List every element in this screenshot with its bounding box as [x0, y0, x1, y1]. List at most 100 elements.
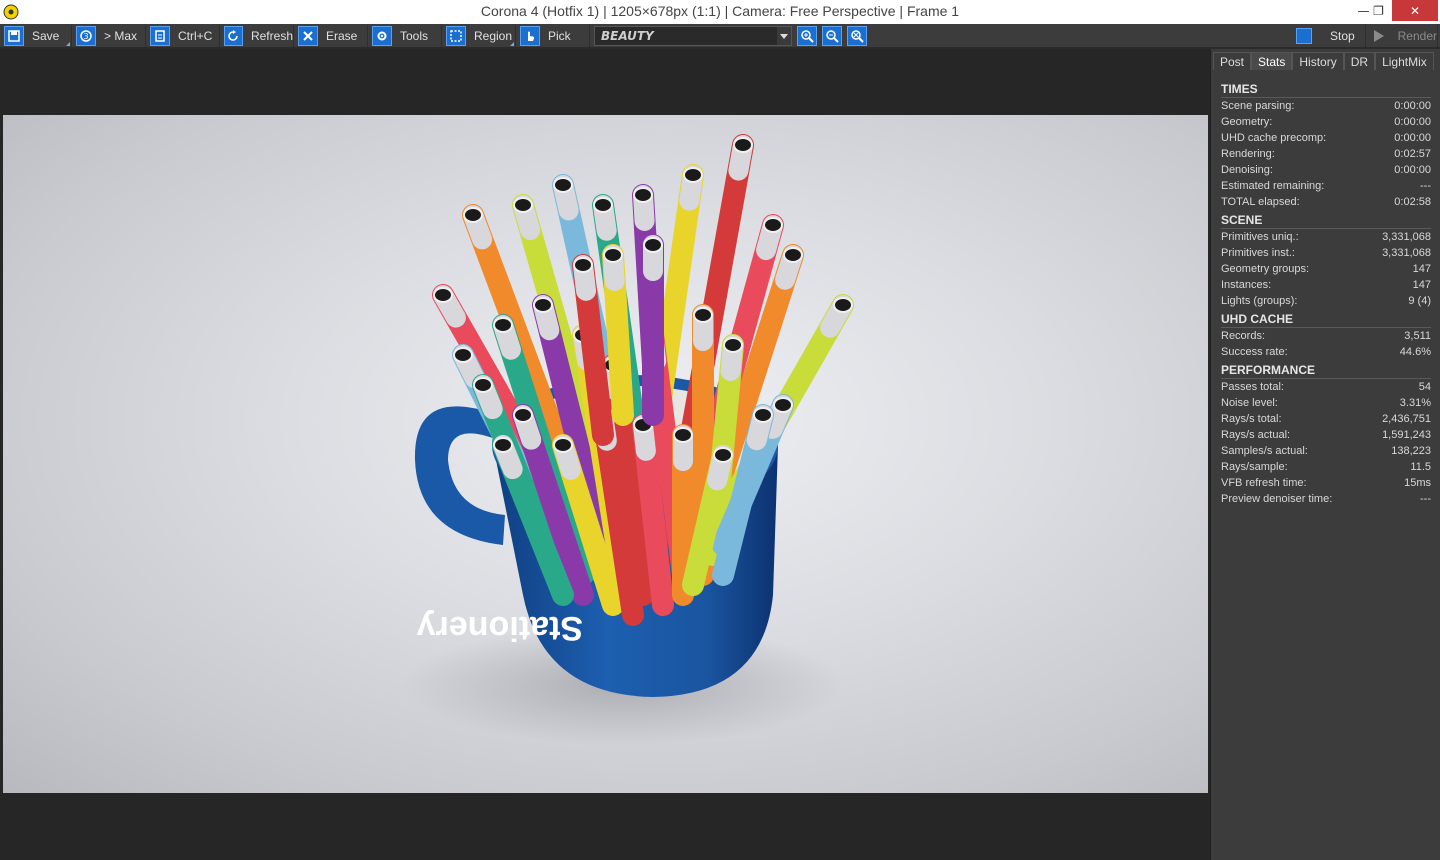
- section-title-performance: PERFORMANCE: [1221, 363, 1431, 379]
- stat-value: 3.31%: [1399, 397, 1431, 409]
- stat-row: Instances: 147: [1221, 277, 1431, 293]
- stat-value: 147: [1412, 279, 1431, 291]
- render-channel-select[interactable]: BEAUTY: [594, 26, 792, 46]
- region-button[interactable]: Region: [444, 25, 516, 47]
- stat-row: UHD cache precomp: 0:00:00: [1221, 130, 1431, 146]
- stat-value: 2,436,751: [1382, 413, 1431, 425]
- stat-label: Geometry:: [1221, 116, 1273, 128]
- tab-lightmix[interactable]: LightMix: [1375, 52, 1434, 70]
- stat-label: Success rate:: [1221, 346, 1288, 358]
- stat-label: VFB refresh time:: [1221, 477, 1307, 489]
- stat-label: Denoising:: [1221, 164, 1273, 176]
- stat-row: Samples/s actual: 138,223: [1221, 443, 1431, 459]
- stat-value: 0:02:57: [1394, 148, 1431, 160]
- stat-label: Records:: [1221, 330, 1266, 342]
- stat-label: Primitives inst.:: [1221, 247, 1295, 259]
- refresh-label: Refresh: [250, 29, 293, 43]
- pen-tip: [463, 207, 483, 223]
- stat-value: 138,223: [1391, 445, 1431, 457]
- render-button[interactable]: Render: [1368, 25, 1438, 47]
- save-icon: [4, 26, 24, 46]
- stat-value: 44.6%: [1399, 346, 1431, 358]
- stat-label: Preview denoiser time:: [1221, 493, 1333, 505]
- stat-value: 11.5: [1410, 461, 1431, 473]
- zoom-fit-icon[interactable]: [847, 26, 867, 46]
- stat-label: Passes total:: [1221, 381, 1284, 393]
- close-button[interactable]: ✕: [1392, 0, 1438, 21]
- stat-value: ---: [1420, 493, 1431, 505]
- tab-history[interactable]: History: [1292, 52, 1344, 70]
- stat-value: 0:00:00: [1394, 164, 1431, 176]
- pen-tip: [553, 437, 573, 453]
- erase-button[interactable]: Erase: [296, 25, 368, 47]
- pen-tip: [493, 317, 513, 333]
- stat-label: Rays/sample:: [1221, 461, 1288, 473]
- performance-section: PERFORMANCE Passes total: 54 Noise level: 3…: [1221, 363, 1431, 507]
- pen-tip: [453, 347, 473, 363]
- stat-label: Primitives uniq.:: [1221, 231, 1299, 243]
- pen-tip: [553, 177, 573, 193]
- frame-buffer-viewport: Stationery: [0, 49, 1210, 860]
- zoom-out-icon[interactable]: [822, 26, 842, 46]
- svg-text:3: 3: [84, 32, 89, 41]
- refresh-button[interactable]: Refresh: [222, 25, 294, 47]
- save-label: Save: [32, 29, 60, 43]
- stat-row: VFB refresh time: 15ms: [1221, 475, 1431, 491]
- rendered-image[interactable]: Stationery: [3, 115, 1208, 793]
- stat-label: Instances:: [1221, 279, 1272, 291]
- tab-stats[interactable]: Stats: [1251, 52, 1293, 70]
- stat-value: 1,591,243: [1382, 429, 1431, 441]
- stat-label: Rendering:: [1221, 148, 1275, 160]
- stat-label: Rays/s actual:: [1221, 429, 1291, 441]
- stop-button[interactable]: Stop: [1294, 25, 1366, 47]
- stat-row: Rays/sample: 11.5: [1221, 459, 1431, 475]
- stat-row: TOTAL elapsed: 0:02:58: [1221, 194, 1431, 210]
- stat-row: Denoising: 0:00:00: [1221, 162, 1431, 178]
- tools-button[interactable]: Tools: [370, 25, 442, 47]
- stat-row: Lights (groups): 9 (4): [1221, 293, 1431, 309]
- zoom-in-icon[interactable]: [797, 26, 817, 46]
- pen-tip: [493, 437, 513, 453]
- restore-button[interactable]: ❐: [1364, 0, 1393, 21]
- stat-label: Estimated remaining:: [1221, 180, 1325, 192]
- save-button[interactable]: Save: [2, 25, 72, 47]
- tab-post[interactable]: Post: [1213, 52, 1252, 70]
- stat-label: UHD cache precomp:: [1221, 132, 1327, 144]
- pick-button[interactable]: Pick: [518, 25, 590, 47]
- stat-value: 0:00:00: [1394, 116, 1431, 128]
- erase-label: Erase: [326, 29, 358, 43]
- pen-tip: [763, 217, 783, 233]
- stat-value: 3,331,068: [1382, 231, 1431, 243]
- send-to-max-button[interactable]: 3 > Max: [74, 25, 146, 47]
- stat-value: 0:00:00: [1394, 132, 1431, 144]
- pen-tip: [683, 167, 703, 183]
- title-bar: Corona 4 (Hotfix 1) | 1205×678px (1:1) |…: [0, 0, 1440, 24]
- copy-button[interactable]: Ctrl+C: [148, 25, 220, 47]
- uhd-cache-section: UHD CACHE Records: 3,511 Success rate: 44.6…: [1221, 312, 1431, 360]
- pen-tip: [513, 407, 533, 423]
- max-icon: 3: [76, 26, 96, 46]
- pen-tip: [673, 427, 693, 443]
- pen-tip: [693, 307, 713, 323]
- region-dropdown-corner: [510, 42, 514, 46]
- stat-row: Rays/s actual: 1,591,243: [1221, 427, 1431, 443]
- pen-tip: [433, 287, 453, 303]
- stat-row: Records: 3,511: [1221, 328, 1431, 344]
- stat-label: Samples/s actual:: [1221, 445, 1308, 457]
- stat-row: Scene parsing: 0:00:00: [1221, 98, 1431, 114]
- stat-row: Noise level: 3.31%: [1221, 395, 1431, 411]
- window-title: Corona 4 (Hotfix 1) | 1205×678px (1:1) |…: [480, 3, 960, 19]
- stats-panel: Post Stats History DR LightMix TIMES Sce…: [1210, 49, 1440, 860]
- stat-value: 3,511: [1404, 330, 1431, 342]
- tab-dr[interactable]: DR: [1343, 52, 1376, 70]
- stat-row: Passes total: 54: [1221, 379, 1431, 395]
- section-title-times: TIMES: [1221, 82, 1431, 98]
- stat-row: Success rate: 44.6%: [1221, 344, 1431, 360]
- send-to-max-label: > Max: [104, 29, 138, 43]
- stat-row: Estimated remaining: ---: [1221, 178, 1431, 194]
- stat-value: 0:02:58: [1394, 196, 1431, 208]
- save-dropdown-corner: [66, 42, 70, 46]
- stop-label: Stop: [1330, 29, 1355, 43]
- stat-label: TOTAL elapsed:: [1221, 196, 1300, 208]
- stat-label: Geometry groups:: [1221, 263, 1310, 275]
